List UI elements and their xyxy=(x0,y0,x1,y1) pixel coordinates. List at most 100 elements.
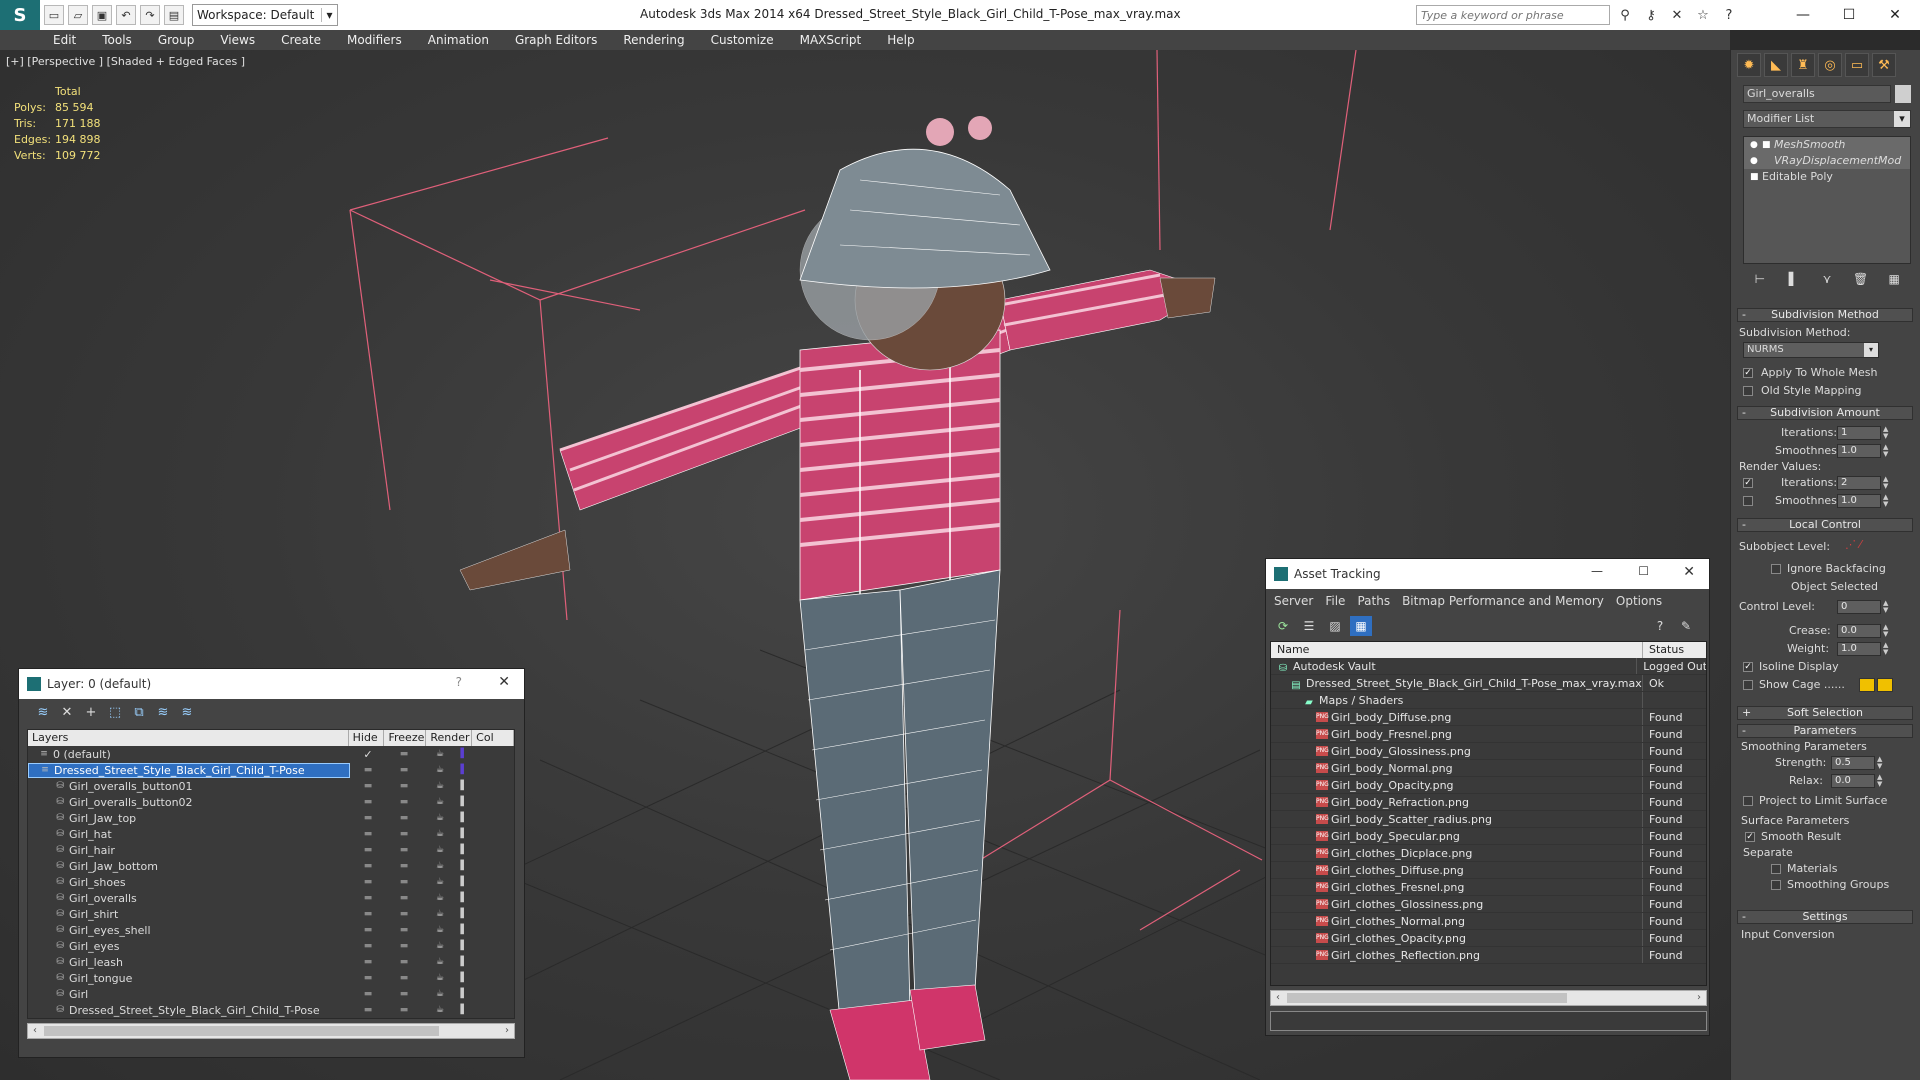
render-toggle-icon[interactable]: ☕ xyxy=(422,845,458,855)
project-limit-checkbox[interactable] xyxy=(1743,796,1753,806)
layer-row[interactable]: ⛁ Girl_Jaw_top ▬ ▬ ☕ ▌ xyxy=(28,810,514,826)
freeze-toggle[interactable]: ▬ xyxy=(386,973,422,983)
asset-row[interactable]: PNG Girl_body_Specular.png Found xyxy=(1271,828,1706,845)
spinner-arrows-icon[interactable]: ▲ ▼ xyxy=(1877,756,1885,770)
asset-name[interactable]: ▤ Dressed_Street_Style_Black_Girl_Child_T… xyxy=(1271,675,1643,691)
create-tab-icon[interactable]: ✹ xyxy=(1737,53,1761,77)
hide-toggle[interactable]: ▬ xyxy=(350,829,386,839)
color-swatch[interactable]: ▌ xyxy=(458,765,470,775)
render-smoothness-checkbox[interactable] xyxy=(1743,496,1753,506)
asset-name[interactable]: PNG Girl_body_Glossiness.png xyxy=(1271,743,1643,759)
smoothness-spinner[interactable]: 1.0 xyxy=(1837,444,1881,458)
strength-spinner[interactable]: 0.5 xyxy=(1831,756,1875,770)
spinner-arrows-icon[interactable]: ▲ ▼ xyxy=(1883,600,1891,614)
menu-customize[interactable]: Customize xyxy=(711,33,774,47)
hide-all-icon[interactable]: ≋ xyxy=(151,702,175,724)
layer-row[interactable]: ⛁ Girl_overalls ▬ ▬ ☕ ▌ xyxy=(28,890,514,906)
list-view-icon[interactable]: ☰ xyxy=(1298,616,1320,636)
color-swatch[interactable]: ▌ xyxy=(458,909,470,919)
layer-name[interactable]: ⛁ Girl_shirt xyxy=(28,908,350,921)
spinner-arrows-icon[interactable]: ▲ ▼ xyxy=(1883,444,1891,458)
object-name-field[interactable]: Girl_overalls xyxy=(1743,85,1891,103)
hide-toggle[interactable]: ▬ xyxy=(350,941,386,951)
cage-color-swatch[interactable] xyxy=(1859,678,1875,692)
select-objects-icon[interactable]: ⬚ xyxy=(103,702,127,724)
materials-checkbox[interactable] xyxy=(1771,864,1781,874)
asset-row[interactable]: PNG Girl_body_Scatter_radius.png Found xyxy=(1271,811,1706,828)
hide-toggle[interactable]: ▬ xyxy=(350,893,386,903)
menu-modifiers[interactable]: Modifiers xyxy=(347,33,402,47)
freeze-toggle[interactable]: ▬ xyxy=(386,813,422,823)
layer-row[interactable]: ⛁ Girl_Jaw_bottom ▬ ▬ ☕ ▌ xyxy=(28,858,514,874)
render-toggle-icon[interactable]: ☕ xyxy=(422,861,458,871)
asset-row[interactable]: PNG Girl_body_Diffuse.png Found xyxy=(1271,709,1706,726)
asset-row[interactable]: ▤ Dressed_Street_Style_Black_Girl_Child_T… xyxy=(1271,675,1706,692)
color-swatch[interactable]: ▌ xyxy=(458,989,470,999)
new-file-icon[interactable]: ▭ xyxy=(44,5,64,25)
spinner-arrows-icon[interactable]: ▲ ▼ xyxy=(1877,774,1885,788)
hide-toggle[interactable]: ▬ xyxy=(350,861,386,871)
freeze-toggle[interactable]: ▬ xyxy=(386,749,422,759)
render-toggle-icon[interactable]: ☕ xyxy=(422,813,458,823)
open-file-icon[interactable]: ▱ xyxy=(68,5,88,25)
lightbulb-icon[interactable]: ● xyxy=(1750,153,1762,169)
selection-color-swatch[interactable] xyxy=(1877,678,1893,692)
layer-name[interactable]: ≡ 0 (default) xyxy=(28,748,350,761)
utilities-tab-icon[interactable]: ⚒ xyxy=(1872,53,1896,77)
asset-name[interactable]: ▰ Maps / Shaders xyxy=(1271,692,1643,708)
render-toggle-icon[interactable]: ☕ xyxy=(422,829,458,839)
layer-name[interactable]: ⛁ Girl_shoes xyxy=(28,876,350,889)
scroll-right-icon[interactable]: › xyxy=(500,1024,514,1038)
show-end-result-icon[interactable]: ▌ xyxy=(1783,272,1803,290)
close-icon[interactable]: ✕ xyxy=(1683,564,1695,580)
delete-layer-icon[interactable]: ✕ xyxy=(55,702,79,724)
crease-spinner[interactable]: 0.0 xyxy=(1837,624,1881,638)
layer-name[interactable]: ⛁ Girl_hat xyxy=(28,828,350,841)
table-view-icon[interactable]: ▦ xyxy=(1350,616,1372,636)
smoothing-groups-checkbox[interactable] xyxy=(1771,880,1781,890)
freeze-toggle[interactable]: ▬ xyxy=(386,781,422,791)
redo-icon[interactable]: ↷ xyxy=(140,5,160,25)
freeze-toggle[interactable]: ▬ xyxy=(386,765,422,775)
color-swatch[interactable]: ▌ xyxy=(458,749,470,759)
make-unique-icon[interactable]: ⋎ xyxy=(1817,272,1837,290)
hide-toggle[interactable]: ▬ xyxy=(350,765,386,775)
lightbulb-icon[interactable]: ● xyxy=(1750,137,1762,153)
freeze-toggle[interactable]: ▬ xyxy=(386,957,422,967)
color-swatch[interactable]: ▌ xyxy=(458,893,470,903)
layer-name[interactable]: ⛁ Girl_leash xyxy=(28,956,350,969)
hide-toggle[interactable]: ▬ xyxy=(350,909,386,919)
rollout-settings[interactable]: - Settings xyxy=(1737,910,1913,924)
render-toggle-icon[interactable]: ☕ xyxy=(422,765,458,775)
menu-views[interactable]: Views xyxy=(220,33,255,47)
smooth-result-checkbox[interactable]: ✓ xyxy=(1745,832,1755,842)
freeze-toggle[interactable]: ▬ xyxy=(386,893,422,903)
freeze-toggle[interactable]: ▬ xyxy=(386,941,422,951)
asset-name[interactable]: PNG Girl_body_Opacity.png xyxy=(1271,777,1643,793)
hide-toggle[interactable]: ▬ xyxy=(350,925,386,935)
color-swatch[interactable]: ▌ xyxy=(458,845,470,855)
spinner-arrows-icon[interactable]: ▲ ▼ xyxy=(1883,426,1891,440)
help-icon[interactable]: ? xyxy=(456,675,462,689)
minimize-button[interactable]: — xyxy=(1591,564,1603,578)
asset-name[interactable]: PNG Girl_clothes_Normal.png xyxy=(1271,913,1643,929)
render-toggle-icon[interactable]: ☕ xyxy=(422,781,458,791)
rollout-local-control[interactable]: - Local Control xyxy=(1737,518,1913,532)
hide-toggle[interactable]: ▬ xyxy=(350,989,386,999)
asset-menu-bitmap-performance[interactable]: Bitmap Performance and Memory xyxy=(1402,594,1604,608)
isoline-display-checkbox[interactable]: ✓ xyxy=(1743,662,1753,672)
color-swatch[interactable]: ▌ xyxy=(458,1005,470,1015)
render-smoothness-spinner[interactable]: 1.0 xyxy=(1837,494,1881,508)
asset-menu-file[interactable]: File xyxy=(1325,594,1345,608)
layer-row[interactable]: ⛁ Girl_shoes ▬ ▬ ☕ ▌ xyxy=(28,874,514,890)
asset-menu-options[interactable]: Options xyxy=(1616,594,1662,608)
layer-name[interactable]: ⛁ Girl_hair xyxy=(28,844,350,857)
hide-toggle[interactable]: ▬ xyxy=(350,813,386,823)
column-name[interactable]: Name xyxy=(1271,642,1643,658)
display-tab-icon[interactable]: ▭ xyxy=(1845,53,1869,77)
spinner-arrows-icon[interactable]: ▲ ▼ xyxy=(1883,624,1891,638)
render-toggle-icon[interactable]: ☕ xyxy=(422,909,458,919)
layer-row[interactable]: ⛁ Girl_shirt ▬ ▬ ☕ ▌ xyxy=(28,906,514,922)
asset-name[interactable]: PNG Girl_clothes_Glossiness.png xyxy=(1271,896,1643,912)
help-icon[interactable]: ? xyxy=(1718,5,1740,25)
